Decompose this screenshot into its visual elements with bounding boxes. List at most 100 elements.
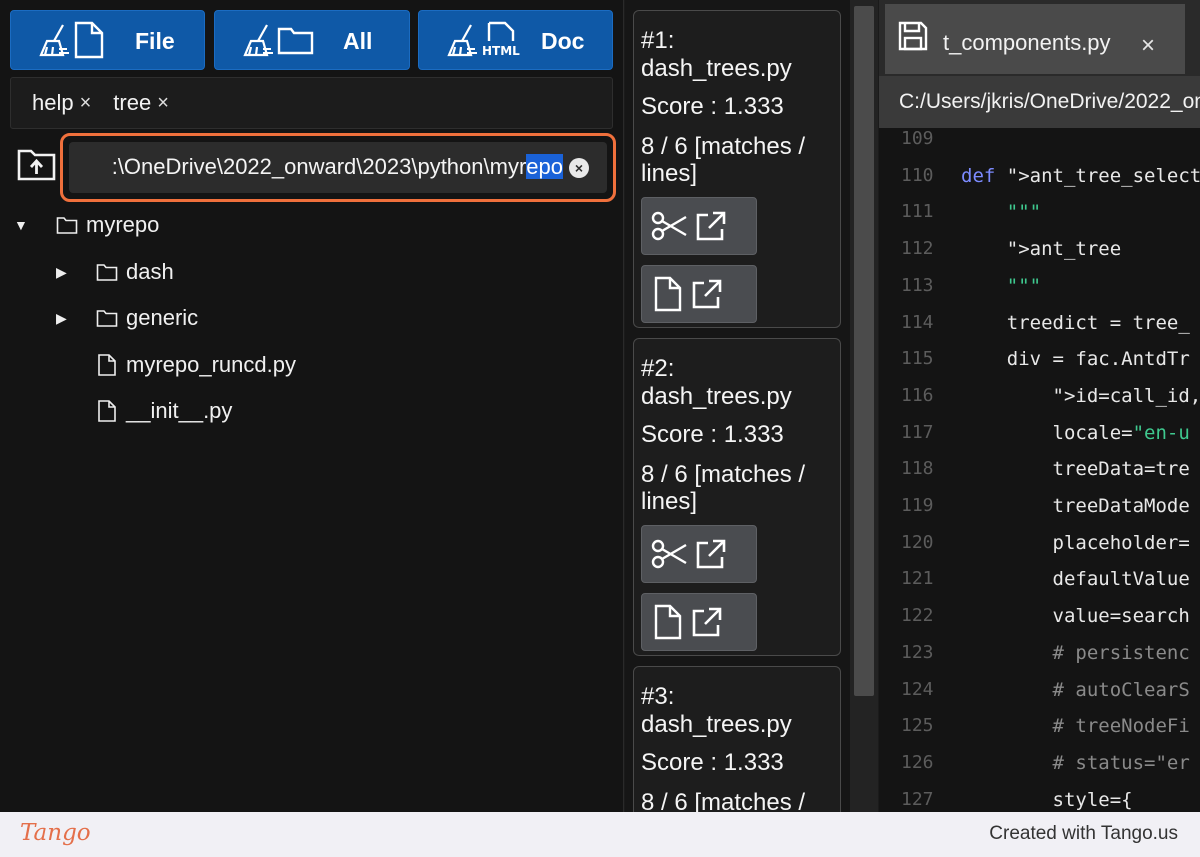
tag-label: tree (113, 90, 152, 115)
editor-tab[interactable]: t_components.py × (885, 4, 1185, 74)
result-filename: dash_trees.py (641, 383, 792, 410)
tree-node-file[interactable]: myrepo_runcd.py (96, 352, 296, 378)
tree-node-label: myrepo (86, 212, 160, 237)
tree-node-root[interactable]: ▼ myrepo (14, 212, 159, 238)
folder-icon (56, 217, 78, 234)
file-icon (654, 276, 682, 312)
open-file-button[interactable] (641, 265, 757, 323)
broom-folder-icon (241, 21, 315, 59)
editor-file-path: C:/Users/jkris/OneDrive/2022_onward/2023… (879, 76, 1200, 128)
line-number: 125 (901, 715, 934, 737)
code-text: # autoClearS (961, 678, 1190, 701)
code-text: # persistenc (961, 641, 1190, 664)
external-link-icon (696, 539, 726, 569)
svg-text:HTML: HTML (482, 44, 520, 58)
line-number: 111 (901, 201, 934, 223)
tag-remove-icon[interactable]: × (157, 92, 169, 115)
result-card: #1: dash_trees.py Score : 1.333 8 / 6 [m… (633, 10, 841, 328)
file-icon (98, 354, 116, 376)
all-button-label: All (343, 28, 373, 54)
tag-remove-icon[interactable]: × (80, 92, 92, 115)
code-text: placeholder= (961, 531, 1190, 554)
result-card: #2: dash_trees.py Score : 1.333 8 / 6 [m… (633, 338, 841, 656)
tree-node-dash[interactable]: ▶ dash (56, 259, 174, 285)
caret-down-icon[interactable]: ▼ (14, 217, 30, 233)
clean-doc-button[interactable]: HTML Doc (418, 10, 613, 70)
file-icon (98, 400, 116, 422)
clean-file-button[interactable]: File (10, 10, 205, 70)
scrollbar-thumb[interactable] (854, 6, 874, 696)
doc-button-label: Doc (541, 28, 585, 54)
tree-node-file[interactable]: __init__.py (96, 398, 232, 424)
caret-right-icon[interactable]: ▶ (56, 264, 72, 281)
code-text: """ (961, 274, 1042, 297)
line-number: 122 (901, 605, 934, 627)
folder-icon (96, 264, 118, 281)
line-number: 127 (901, 788, 934, 810)
path-input-highlight: :\OneDrive\2022_onward\2023\python\myrep… (60, 133, 616, 202)
save-icon[interactable] (897, 20, 929, 52)
result-filename: dash_trees.py (641, 55, 792, 82)
result-score: Score : 1.333 (641, 421, 784, 448)
editor-tab-bar: t_components.py × (879, 0, 1200, 76)
close-tab-icon[interactable]: × (1141, 32, 1155, 60)
tag-help[interactable]: help × (32, 90, 91, 116)
line-number: 121 (901, 568, 934, 590)
editor-tab-filename: t_components.py (943, 30, 1111, 55)
code-text: treeDataMode (961, 495, 1190, 517)
code-text: ">ant_tree (1006, 238, 1122, 261)
tag-bar: help × tree × (10, 77, 613, 129)
scissors-icon (651, 539, 687, 569)
code-text: treedict = tree_ (961, 311, 1190, 334)
folder-icon (96, 310, 118, 327)
result-score: Score : 1.333 (641, 93, 784, 120)
tree-node-label: myrepo_runcd.py (126, 352, 296, 377)
code-text: def ">ant_tree_select( (961, 164, 1200, 187)
tree-node-label: generic (126, 305, 199, 330)
code-text: div = fac.AntdTr (961, 348, 1190, 371)
open-snippet-button[interactable] (641, 197, 757, 255)
line-number: 109 (901, 128, 934, 149)
file-button-label: File (135, 28, 175, 54)
line-number: 126 (901, 751, 934, 773)
line-number: 112 (901, 238, 934, 260)
clean-all-button[interactable]: All (214, 10, 410, 70)
folder-up-icon[interactable] (16, 147, 58, 183)
tree-node-label: __init__.py (126, 398, 233, 423)
tree-node-generic[interactable]: ▶ generic (56, 305, 198, 331)
code-text: style={ (961, 788, 1133, 811)
results-scrollbar[interactable] (850, 0, 878, 812)
line-number: 113 (901, 274, 934, 296)
line-number: 115 (901, 348, 934, 370)
line-number: 110 (901, 164, 934, 186)
path-input[interactable]: :\OneDrive\2022_onward\2023\python\myrep… (69, 142, 607, 193)
code-text: value=search (961, 605, 1190, 628)
path-input-value[interactable]: :\OneDrive\2022_onward\2023\python\myrep… (112, 154, 563, 180)
line-number: 118 (901, 458, 934, 480)
result-card: #3: dash_trees.py Score : 1.333 8 / 6 [m… (633, 666, 841, 843)
result-rank: #1: (641, 27, 675, 54)
open-snippet-button[interactable] (641, 525, 757, 583)
broom-file-icon (37, 21, 105, 59)
external-link-icon (692, 279, 722, 309)
tree-node-label: dash (126, 259, 174, 284)
tag-label: help (32, 90, 74, 115)
line-number: 120 (901, 531, 934, 553)
code-area[interactable]: 109 110 def ">ant_tree_select( 111 """ 112 "… (879, 128, 1200, 812)
tango-footer: Tango Created with Tango.us (0, 812, 1200, 857)
line-number: 117 (901, 421, 934, 443)
search-results-panel: #1: dash_trees.py Score : 1.333 8 / 6 [m… (625, 0, 850, 843)
result-matches: 8 / 6 [matches / lines] (641, 461, 806, 515)
external-link-icon (692, 607, 722, 637)
line-number: 114 (901, 311, 934, 333)
clear-input-icon[interactable]: × (569, 158, 589, 178)
scissors-icon (651, 211, 687, 241)
code-text: defaultValue (961, 568, 1190, 591)
caret-right-icon[interactable]: ▶ (56, 310, 72, 327)
open-file-button[interactable] (641, 593, 757, 651)
line-number: 116 (901, 384, 934, 406)
tag-tree[interactable]: tree × (113, 90, 169, 116)
external-link-icon (696, 211, 726, 241)
result-matches: 8 / 6 [matches / lines] (641, 133, 806, 187)
line-number: 119 (901, 495, 934, 516)
